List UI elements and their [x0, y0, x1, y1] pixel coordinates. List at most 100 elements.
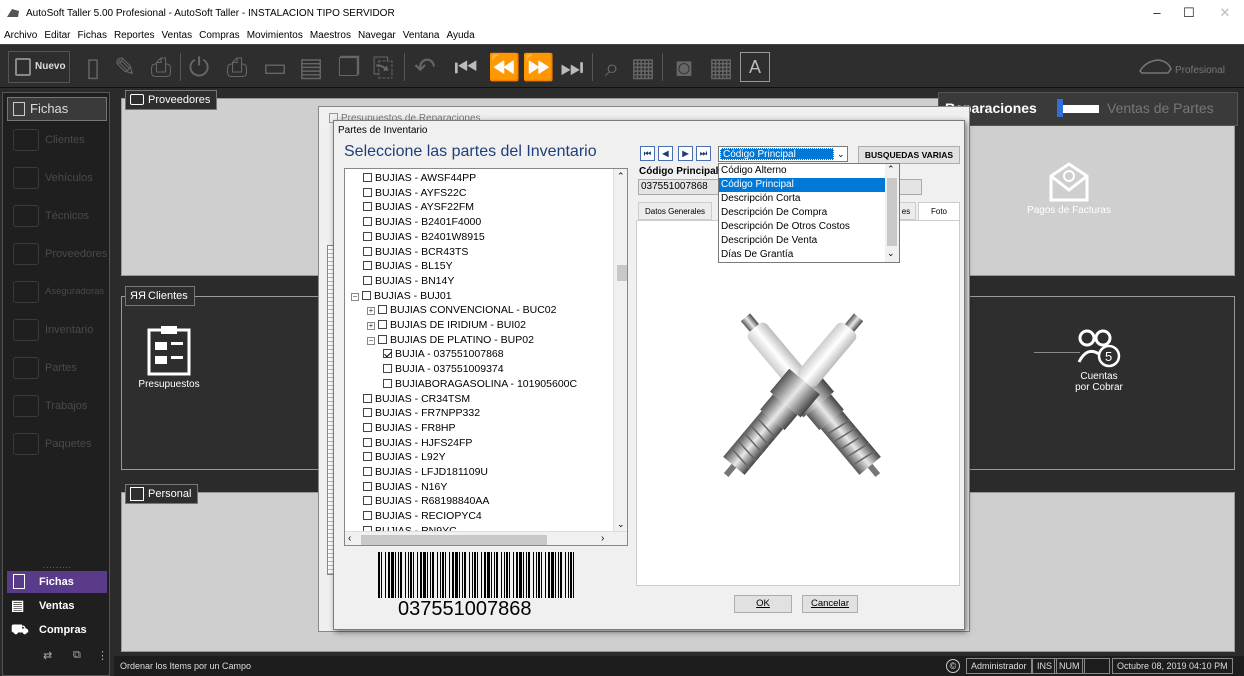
- tree-node[interactable]: BUJIAS - LFJD181109U: [363, 465, 488, 480]
- tree-node[interactable]: BUJIAS - RECIOPYC4: [363, 509, 482, 524]
- sidebar-bottom-compras[interactable]: ⛟ Compras: [7, 619, 107, 641]
- sidebar-bottom-fichas[interactable]: Fichas: [7, 571, 107, 593]
- parts-tree[interactable]: BUJIAS - AWSF44PP BUJIAS - AYFS22C BUJIAS …: [344, 168, 628, 546]
- sort-option[interactable]: Descripción Corta: [719, 192, 885, 206]
- busquedas-varias-button[interactable]: BUSQUEDAS VARIAS: [858, 146, 960, 164]
- more-icon[interactable]: ⋮: [97, 649, 108, 662]
- tree-node-checkbox[interactable]: [363, 393, 372, 403]
- tree-vscrollbar[interactable]: ⌃ ⌄: [613, 169, 627, 531]
- last-record-icon[interactable]: ⏭: [556, 51, 588, 83]
- tree-node[interactable]: − BUJIAS - BUJ01: [351, 289, 452, 304]
- sidebar-bottom-ventas[interactable]: ▤ Ventas: [7, 595, 107, 617]
- hscroll-thumb[interactable]: [361, 535, 547, 545]
- tree-node-checkbox[interactable]: [363, 217, 372, 227]
- menu-reportes[interactable]: Reportes: [114, 30, 155, 41]
- menu-editar[interactable]: Editar: [44, 30, 70, 41]
- toggle-track[interactable]: [1059, 105, 1099, 113]
- edit-pencil-icon[interactable]: ✎: [112, 51, 138, 83]
- sidebar-item-vehiculos[interactable]: Vehículos: [7, 161, 107, 195]
- close-button[interactable]: ✕: [1208, 0, 1242, 26]
- menu-ventas[interactable]: Ventas: [162, 30, 193, 41]
- tree-node[interactable]: BUJIAS - R68198840AA: [363, 494, 489, 509]
- tree-node-checkbox[interactable]: [363, 187, 372, 197]
- menu-archivo[interactable]: Archivo: [4, 30, 37, 41]
- print-icon[interactable]: ⎙: [146, 51, 176, 83]
- new-button[interactable]: Nuevo: [8, 51, 70, 83]
- dropdown-scroll-thumb[interactable]: [887, 178, 897, 246]
- sort-option[interactable]: Código Principal: [719, 178, 885, 192]
- duplicate-icon[interactable]: ❐: [334, 51, 364, 83]
- menu-movimientos[interactable]: Movimientos: [247, 30, 303, 41]
- tree-node[interactable]: BUJIAS - L92Y: [363, 450, 446, 465]
- sidebar-item-clientes[interactable]: Clientes: [7, 123, 107, 157]
- tree-node-checkbox[interactable]: [363, 261, 372, 271]
- chevron-down-icon[interactable]: ⌄: [837, 147, 845, 161]
- swap-icon[interactable]: ⇄: [43, 649, 52, 662]
- tree-node-checkbox[interactable]: [363, 202, 372, 212]
- window-icon[interactable]: ⧉: [73, 649, 81, 662]
- menu-navegar[interactable]: Navegar: [358, 30, 396, 41]
- tree-node[interactable]: BUJIAS - N16Y: [363, 480, 447, 495]
- menu-ayuda[interactable]: Ayuda: [446, 30, 474, 41]
- sort-option[interactable]: Descripción De Otros Costos: [719, 220, 885, 234]
- monitor-icon[interactable]: ▭: [258, 51, 292, 83]
- sort-field-select[interactable]: Código Principal ⌄: [718, 146, 848, 162]
- sort-dropdown-list[interactable]: Código Alterno Código Principal Descripció…: [718, 163, 900, 263]
- menu-compras[interactable]: Compras: [199, 30, 240, 41]
- cancel-button[interactable]: Cancelar: [802, 595, 858, 613]
- sort-option[interactable]: Código Alterno: [719, 164, 885, 178]
- tab-datos-generales[interactable]: Datos Generales: [638, 202, 712, 220]
- tree-node-checkbox[interactable]: [378, 320, 387, 329]
- sidebar-item-partes[interactable]: Partes: [7, 351, 107, 385]
- report-icon[interactable]: ▦: [628, 51, 658, 83]
- tree-node[interactable]: BUJIAS - FR7NPP332: [363, 406, 480, 421]
- first-record-icon[interactable]: ⏮: [450, 51, 482, 83]
- sidebar-item-inventario[interactable]: Inventario: [7, 313, 107, 347]
- tree-node-checkbox[interactable]: [363, 481, 372, 491]
- copy-document-icon[interactable]: ▯: [80, 51, 106, 83]
- collapse-icon[interactable]: −: [351, 292, 359, 301]
- font-icon[interactable]: A: [740, 52, 770, 82]
- tree-node-checkbox[interactable]: [362, 290, 371, 300]
- tree-node[interactable]: BUJIA - 037551009374: [383, 362, 504, 377]
- tree-node[interactable]: − BUJIAS DE PLATINO - BUP02: [367, 333, 534, 348]
- tree-node[interactable]: BUJIAS - BL15Y: [363, 259, 453, 274]
- tree-node[interactable]: + BUJIAS DE IRIDIUM - BUI02: [367, 318, 526, 333]
- tree-node[interactable]: BUJIAS - FR8HP: [363, 421, 456, 436]
- printer-icon[interactable]: ⎙: [222, 51, 252, 83]
- dropdown-scrollbar[interactable]: ⌃ ⌄: [885, 164, 899, 262]
- tree-node-checkbox[interactable]: [383, 378, 392, 388]
- scroll-down-icon[interactable]: ⌄: [887, 248, 895, 259]
- first-record-button[interactable]: ⏮: [640, 146, 655, 161]
- sort-option[interactable]: Días De Grantía: [719, 248, 885, 262]
- tree-node-checkbox[interactable]: [363, 422, 372, 432]
- folder-icon[interactable]: ▤: [296, 51, 326, 83]
- paste-icon[interactable]: ⎘: [368, 51, 398, 83]
- tree-node-checkbox[interactable]: [363, 437, 372, 447]
- menu-ventana[interactable]: Ventana: [403, 30, 440, 41]
- tree-node[interactable]: BUJIAS - BN14Y: [363, 274, 454, 289]
- tree-node-checkbox[interactable]: [363, 231, 372, 241]
- menu-fichas[interactable]: Fichas: [77, 30, 106, 41]
- tree-node-checkbox[interactable]: [383, 364, 392, 374]
- next-record-icon[interactable]: ⏩: [522, 51, 554, 83]
- tree-node-checkbox[interactable]: [363, 452, 372, 462]
- scroll-thumb[interactable]: [617, 265, 627, 281]
- code-value-field[interactable]: 037551007868: [638, 179, 720, 195]
- collapse-icon[interactable]: −: [367, 336, 375, 345]
- sidebar-item-aseguradoras[interactable]: Aseguradoras: [7, 275, 107, 309]
- next-record-button[interactable]: ▶: [678, 146, 693, 161]
- minimize-button[interactable]: –: [1140, 0, 1174, 26]
- search-icon[interactable]: ⌕: [598, 51, 626, 83]
- expand-icon[interactable]: +: [367, 322, 375, 330]
- camera-icon[interactable]: ◙: [668, 51, 700, 83]
- maximize-button[interactable]: ☐: [1172, 0, 1206, 26]
- power-icon[interactable]: ⏻: [186, 51, 212, 83]
- sort-option[interactable]: Descripción De Venta: [719, 234, 885, 248]
- scroll-down-icon[interactable]: ⌄: [617, 519, 625, 530]
- presupuestos-card[interactable]: Presupuestos: [134, 324, 204, 390]
- scroll-right-icon[interactable]: ›: [601, 533, 604, 544]
- tree-node-checkbox[interactable]: [378, 334, 387, 344]
- tree-node[interactable]: BUJIAS - AWSF44PP: [363, 171, 476, 186]
- calculator-icon[interactable]: ▦: [706, 51, 736, 83]
